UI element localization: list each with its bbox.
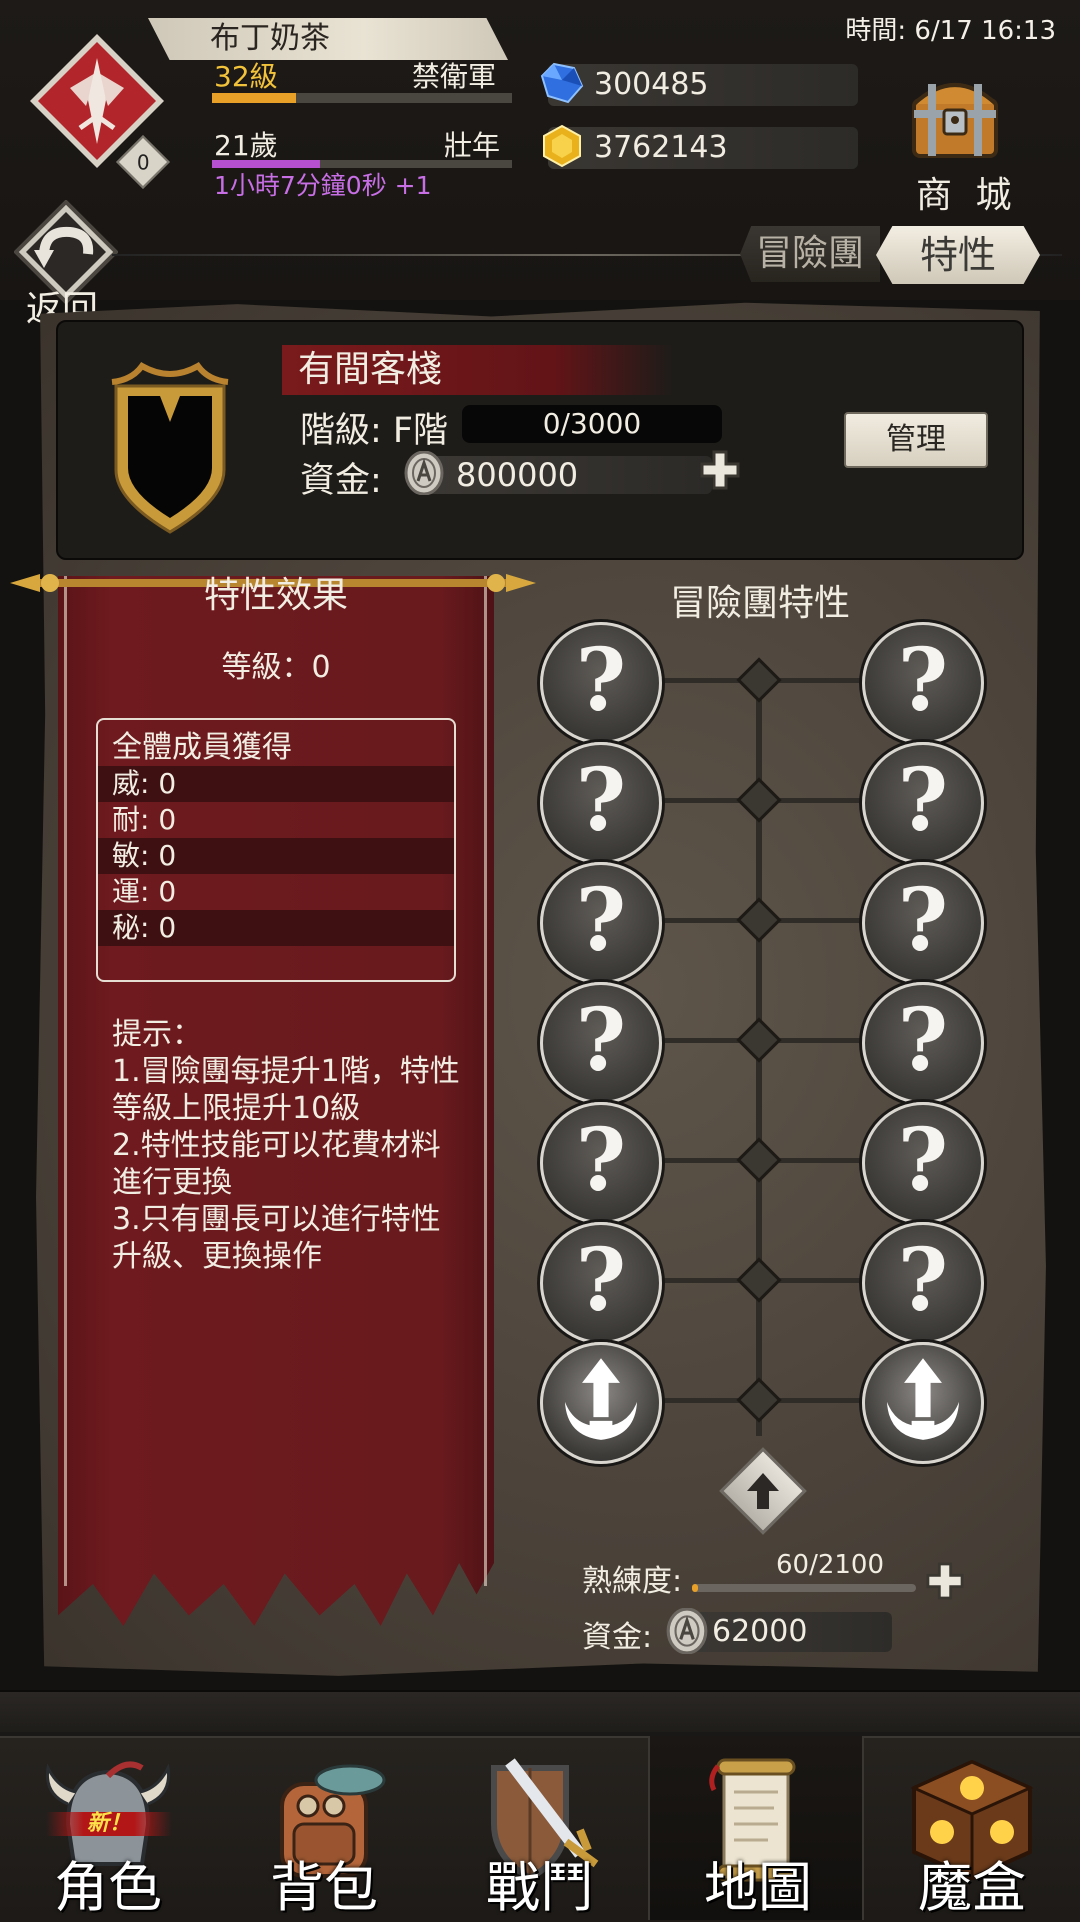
nav-item-map[interactable]: 地圖 — [648, 1736, 864, 1920]
stat-row: 敏: 0 — [98, 838, 454, 874]
gem-counter: 300485 — [548, 64, 858, 106]
guild-fund-value: 800000 — [412, 456, 712, 494]
gold-gem-icon — [543, 124, 581, 168]
member-gain-header: 全體成員獲得 — [112, 730, 292, 765]
age-timer: 1小時7分鐘0秒 +1 — [214, 171, 432, 200]
manage-button[interactable]: 管理 — [844, 412, 988, 468]
shop-label[interactable]: 商 城 — [916, 166, 1017, 218]
upgrade-skill-icon[interactable] — [540, 1342, 662, 1464]
trait-fund-label: 資金: — [582, 1620, 653, 1655]
new-badge: 新！ — [46, 1812, 172, 1836]
guild-grade: 階級: F階 — [300, 411, 449, 451]
locked-skill-right[interactable]: ? — [862, 1222, 984, 1344]
locked-skill-right[interactable]: ? — [862, 1102, 984, 1224]
locked-skill-left[interactable]: ? — [540, 862, 662, 984]
locked-skill-right[interactable]: ? — [862, 982, 984, 1104]
locked-skill-right[interactable]: ? — [862, 622, 984, 744]
tips-text: 提示： 1.冒險團每提升1階，特性等級上限提升10級 2.特性技能可以花費材料進… — [112, 1017, 460, 1274]
nav-label-battle: 戰鬥 — [486, 1856, 594, 1919]
guild-grade-progress: 0/3000 — [462, 405, 722, 443]
stat-row: 秘: 0 — [98, 910, 454, 946]
nav-item-battle[interactable]: 戰鬥 — [432, 1736, 648, 1920]
nav-item-backpack[interactable]: 背包 — [216, 1736, 432, 1920]
gold-counter: 3762143 — [548, 127, 858, 169]
proficiency-value: 60/2100 — [775, 1550, 884, 1580]
locked-skill-left[interactable]: ? — [540, 742, 662, 864]
nav-top-strip — [0, 1690, 1080, 1732]
up-arrow-icon[interactable] — [741, 1469, 785, 1513]
silver-coin-icon — [404, 451, 444, 495]
player-age: 21歲 — [214, 129, 278, 162]
upgrade-skill-icon[interactable] — [862, 1342, 984, 1464]
level-progress-bar — [212, 93, 512, 103]
stat-row: 運: 0 — [112, 875, 177, 908]
locked-skill-right[interactable]: ? — [862, 742, 984, 864]
life-stage: 壯年 — [444, 129, 501, 162]
clock-text: 時間: 6/17 16:13 — [845, 16, 1056, 46]
guild-fund-label: 資金: — [300, 461, 382, 501]
guild-trait-title: 冒險團特性 — [669, 583, 850, 624]
guild-name: 有間客棧 — [298, 349, 443, 390]
tab-guild[interactable]: 冒險團 — [740, 226, 880, 282]
tab-trait[interactable]: 特性 — [876, 226, 1040, 284]
nav-label-character: 角色 — [54, 1856, 162, 1919]
proficiency-fill — [692, 1584, 699, 1592]
guild-shield-icon[interactable] — [102, 360, 238, 536]
stat-row: 威: 0 — [98, 766, 454, 802]
proficiency-bar — [692, 1584, 916, 1592]
trait-level: 等級：0 — [221, 650, 331, 685]
nav-label-magic-box: 魔盒 — [918, 1856, 1026, 1919]
add-proficiency-plus-icon[interactable] — [926, 1562, 964, 1600]
player-rank: 禁衛軍 — [412, 60, 497, 93]
nav-label-map: 地圖 — [704, 1856, 812, 1919]
banner-stripe-right — [484, 576, 487, 1586]
locked-skill-left[interactable]: ? — [540, 1102, 662, 1224]
banner-stripe-left — [64, 576, 67, 1586]
locked-skill-left[interactable]: ? — [540, 622, 662, 744]
silver-coin-icon — [666, 1608, 708, 1654]
nav-item-magic-box[interactable]: 魔盒 — [864, 1736, 1080, 1920]
proficiency-label: 熟練度: — [582, 1564, 683, 1599]
locked-skill-right[interactable]: ? — [862, 862, 984, 984]
blue-gem-icon — [540, 62, 584, 104]
nav-label-backpack: 背包 — [270, 1856, 378, 1919]
locked-skill-left[interactable]: ? — [540, 982, 662, 1104]
stat-row: 耐: 0 — [112, 803, 177, 836]
player-name: 布丁奶茶 — [148, 18, 508, 60]
treasure-chest-icon[interactable] — [908, 70, 1002, 162]
trait-fund-value: 62000 — [680, 1612, 892, 1652]
player-level: 32級 — [214, 60, 278, 93]
level-progress-fill — [212, 93, 296, 103]
add-fund-plus-icon[interactable] — [700, 450, 740, 490]
locked-skill-left[interactable]: ? — [540, 1222, 662, 1344]
trait-effect-title: 特性效果 — [203, 575, 348, 616]
